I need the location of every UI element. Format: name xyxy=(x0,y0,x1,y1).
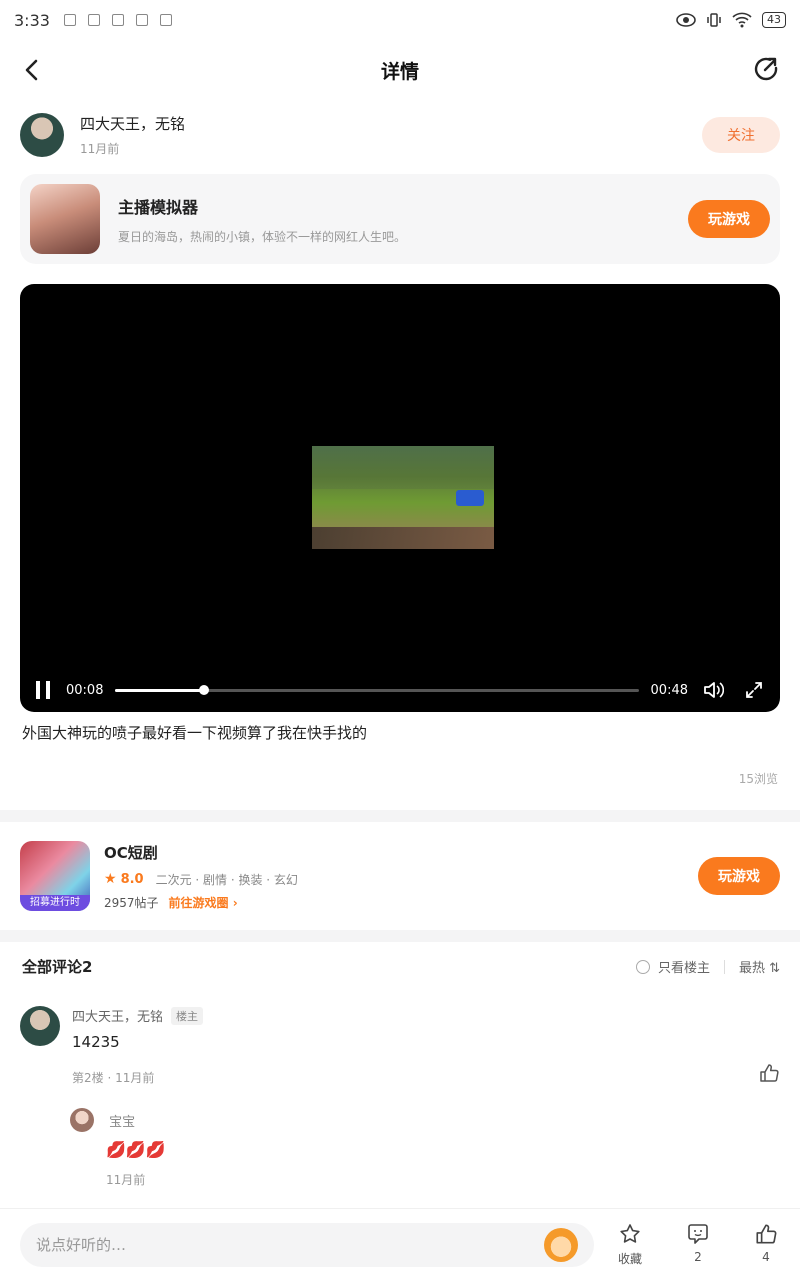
post-caption: 外国大神玩的喷子最好看一下视频算了我在快手找的 xyxy=(22,724,368,742)
game-name: OC短剧 xyxy=(104,843,158,862)
thumbs-up-icon[interactable] xyxy=(758,1062,780,1084)
game-post-count: 2957帖子 xyxy=(104,895,159,910)
only-owner-radio[interactable] xyxy=(635,959,650,974)
goto-game-circle-link[interactable]: 前往游戏圈 › xyxy=(169,894,238,911)
battery-icon: 43 xyxy=(762,12,786,28)
bottom-bar: 说点好听的… 收藏 2 4 xyxy=(0,1208,800,1280)
comment-item: 四大天王，无铭 楼主 14235 第2楼 · 11月前 xyxy=(20,1006,780,1086)
game-tags: 二次元 · 剧情 · 换装 · 玄幻 xyxy=(155,872,298,887)
game-card-text: 主播模拟器 夏日的海岛，热闹的小镇，体验不一样的网红人生吧。 xyxy=(118,194,406,245)
app-header: 详情 xyxy=(0,44,800,96)
comment-filters: 只看楼主 最热 ⇅ xyxy=(635,957,780,976)
reply-time: 11月前 xyxy=(106,1173,146,1187)
section-divider xyxy=(0,810,800,822)
back-icon[interactable] xyxy=(18,56,46,84)
game-meta: ★ 8.0 二次元 · 剧情 · 换装 · 玄幻 xyxy=(104,871,298,888)
game-icon xyxy=(30,184,100,254)
game-rating: 8.0 xyxy=(120,871,144,887)
bottom-actions: 收藏 2 4 xyxy=(616,1222,780,1267)
play-game-button[interactable]: 玩游戏 xyxy=(698,857,780,895)
reply-item: 宝宝 💋💋💋 11月前 xyxy=(70,1108,166,1188)
commenter-avatar[interactable] xyxy=(20,1006,60,1046)
notification-icon xyxy=(159,14,172,26)
status-time: 3:33 xyxy=(14,10,50,30)
game-name: 主播模拟器 xyxy=(118,197,199,217)
author-name[interactable]: 四大天王，无铭 xyxy=(80,113,185,134)
status-bar: 3:33 43 xyxy=(0,0,800,40)
video-progress-fill xyxy=(115,688,205,692)
comment-body: 四大天王，无铭 楼主 14235 第2楼 · 11月前 xyxy=(72,1006,780,1086)
comment-input-placeholder: 说点好听的… xyxy=(36,1236,127,1254)
author-info: 四大天王，无铭 11月前 xyxy=(80,113,185,157)
like-count: 4 xyxy=(762,1250,770,1264)
only-owner-label[interactable]: 只看楼主 xyxy=(658,957,710,976)
volume-icon[interactable] xyxy=(702,679,724,701)
status-right: 43 xyxy=(676,12,786,28)
vibrate-icon xyxy=(707,13,721,27)
post-time: 11月前 xyxy=(80,142,120,156)
like-button[interactable]: 4 xyxy=(752,1222,780,1267)
video-frame xyxy=(312,446,494,549)
video-player[interactable]: 00:08 00:48 xyxy=(20,284,780,712)
filter-divider xyxy=(723,959,725,974)
favorite-label: 收藏 xyxy=(617,1252,642,1266)
comment-count: 2 xyxy=(694,1250,702,1264)
game-description: 夏日的海岛，热闹的小镇，体验不一样的网红人生吧。 xyxy=(118,229,407,244)
game-ribbon: 招募进行时 xyxy=(20,895,90,911)
share-icon[interactable] xyxy=(752,55,780,83)
view-count: 15浏览 xyxy=(738,772,778,786)
game-row-text: OC短剧 ★ 8.0 二次元 · 剧情 · 换装 · 玄幻 2957帖子 前往游… xyxy=(104,842,298,911)
game-card[interactable]: 主播模拟器 夏日的海岛，热闹的小镇，体验不一样的网红人生吧。 玩游戏 xyxy=(20,174,780,264)
video-scene-object xyxy=(456,490,484,506)
video-controls: 00:08 00:48 xyxy=(20,668,780,712)
author-avatar[interactable] xyxy=(20,113,64,157)
notification-icon xyxy=(63,14,76,26)
notification-icon xyxy=(135,14,148,26)
reply-name[interactable]: 宝宝 xyxy=(109,1115,135,1130)
game-meta-2: 2957帖子 前往游戏圈 › xyxy=(104,894,298,911)
pause-icon[interactable] xyxy=(36,681,50,699)
video-scene-trees xyxy=(312,446,494,490)
thumbs-up-icon xyxy=(756,1224,777,1244)
game-row[interactable]: 招募进行时 OC短剧 ★ 8.0 二次元 · 剧情 · 换装 · 玄幻 2957… xyxy=(20,838,780,914)
author-row: 四大天王，无铭 11月前 关注 xyxy=(20,110,780,160)
notification-icons xyxy=(63,14,172,26)
page-title: 详情 xyxy=(380,60,419,83)
comment-text: 14235 xyxy=(72,1033,120,1051)
notification-icon xyxy=(111,14,124,26)
fullscreen-icon[interactable] xyxy=(744,680,764,700)
star-outline-icon xyxy=(620,1224,640,1243)
notification-icon xyxy=(87,14,100,26)
follow-button[interactable]: 关注 xyxy=(702,117,780,153)
star-icon: ★ xyxy=(104,871,117,887)
reply-avatar[interactable] xyxy=(70,1108,94,1132)
comment-button[interactable]: 2 xyxy=(684,1222,712,1267)
owner-tag: 楼主 xyxy=(171,1006,204,1025)
duration: 00:48 xyxy=(650,682,688,698)
section-divider xyxy=(0,930,800,942)
sort-toggle[interactable]: 最热 ⇅ xyxy=(739,957,780,976)
eye-icon xyxy=(676,13,696,27)
video-progress-bar[interactable] xyxy=(115,684,639,695)
current-time: 00:08 xyxy=(66,682,104,698)
favorite-button[interactable]: 收藏 xyxy=(616,1222,644,1267)
game-icon: 招募进行时 xyxy=(20,841,90,911)
comment-meta: 第2楼 · 11月前 xyxy=(72,1071,155,1085)
wifi-icon xyxy=(732,12,752,28)
comments-header: 全部评论2 只看楼主 最热 ⇅ xyxy=(22,956,780,977)
comment-input[interactable]: 说点好听的… xyxy=(20,1222,594,1267)
commenter-name-row: 四大天王，无铭 楼主 xyxy=(72,1006,780,1025)
comments-title: 全部评论2 xyxy=(22,958,93,976)
play-game-button[interactable]: 玩游戏 xyxy=(688,200,770,238)
video-scene-rail xyxy=(312,527,494,549)
commenter-name[interactable]: 四大天王，无铭 xyxy=(72,1006,163,1025)
mascot-icon[interactable] xyxy=(544,1227,578,1262)
reply-text: 💋💋💋 xyxy=(106,1140,166,1159)
comment-icon xyxy=(688,1224,708,1244)
video-progress-knob[interactable] xyxy=(199,684,210,695)
